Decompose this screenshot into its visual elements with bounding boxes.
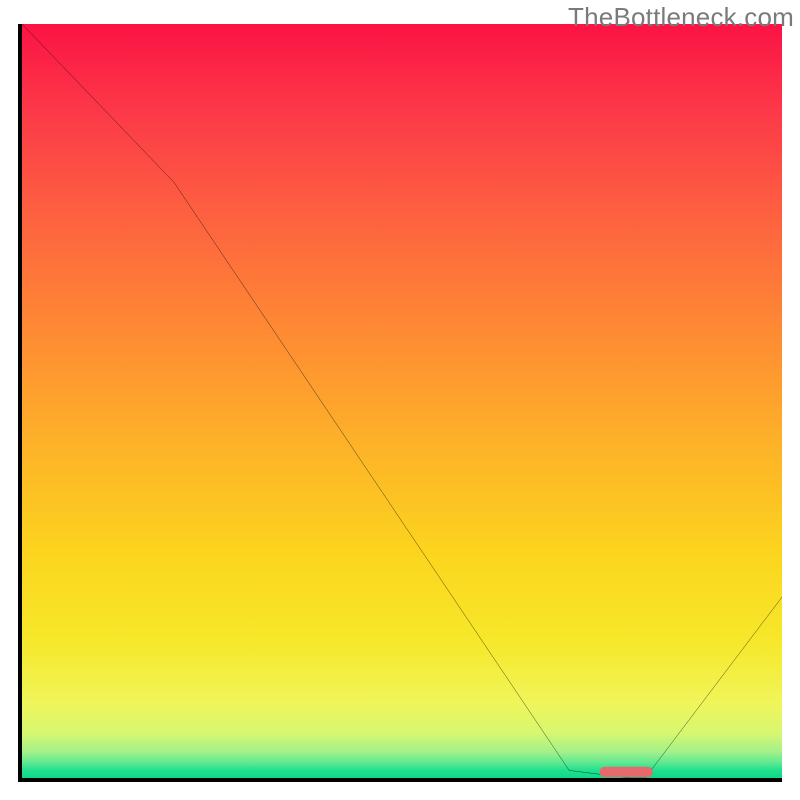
highlight-marker — [600, 767, 653, 778]
chart-overlay — [22, 24, 782, 778]
watermark-text: TheBottleneck.com — [568, 2, 794, 33]
data-curve — [22, 24, 782, 778]
plot-area — [18, 24, 782, 782]
chart-container: TheBottleneck.com — [0, 0, 800, 800]
